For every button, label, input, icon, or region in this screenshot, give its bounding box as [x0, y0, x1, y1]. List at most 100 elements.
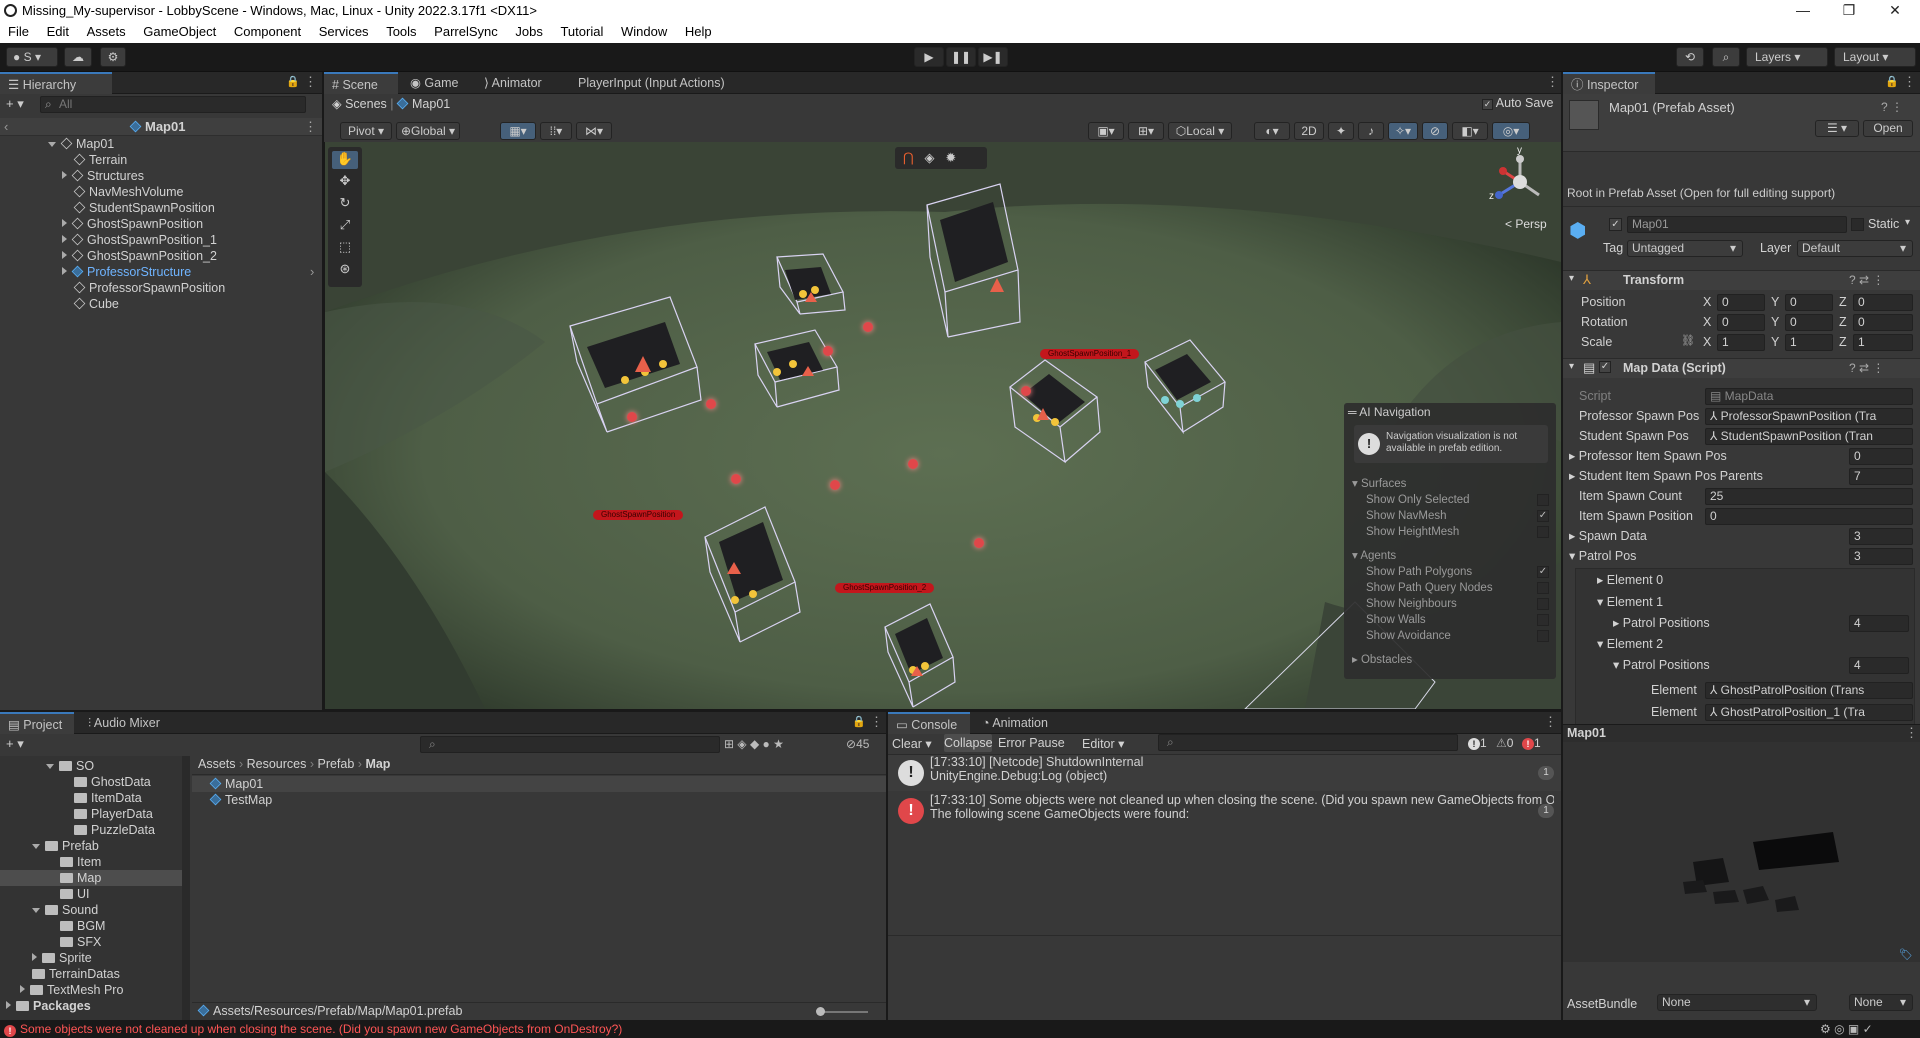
project-search-input[interactable]: ⌕	[420, 736, 720, 753]
step-button[interactable]: ▶❚	[978, 47, 1008, 67]
object-name-field[interactable]: Map01	[1627, 216, 1847, 233]
static-dropdown-icon[interactable]: ▾	[1905, 217, 1910, 228]
menu-jobs[interactable]: Jobs	[515, 24, 542, 39]
error-count-toggle[interactable]: ! 1	[1522, 736, 1541, 750]
tab-audio-mixer[interactable]: ⫶ Audio Mixer	[80, 712, 168, 734]
component-menu-icon[interactable]: ? ⇄ ⋮	[1849, 273, 1884, 287]
student-item-row[interactable]: ▸ Student Item Spawn Pos Parents	[1569, 468, 1763, 485]
play-button[interactable]: ▶	[914, 47, 944, 67]
folder-item[interactable]: Item	[60, 854, 101, 870]
history-icon[interactable]: ⟲	[1676, 47, 1704, 67]
menu-parrelsync[interactable]: ParrelSync	[434, 24, 498, 39]
constrain-proportions-icon[interactable]: ⛓	[1681, 334, 1695, 347]
draw-mode-icon[interactable]: ▣▾	[1088, 122, 1124, 140]
position-x-field[interactable]: 0	[1717, 294, 1765, 311]
component-menu-icon[interactable]: ? ⇄ ⋮	[1849, 361, 1884, 375]
overlay-settings-icon[interactable]: ✹	[945, 150, 956, 165]
menu-help[interactable]: Help	[685, 24, 712, 39]
active-checkbox[interactable]: ✓	[1609, 218, 1622, 231]
show-walls-checkbox[interactable]	[1537, 614, 1549, 626]
tab-animator[interactable]: ⟩ Animator	[476, 72, 550, 94]
folder-textmeshpro[interactable]: TextMesh Pro	[20, 982, 123, 998]
item-position-field[interactable]: 0	[1705, 508, 1913, 525]
folder-tree-scrollbar[interactable]	[182, 756, 190, 1020]
move-tool-icon[interactable]: ✥	[332, 173, 358, 191]
error-pause-toggle[interactable]: Error Pause	[998, 736, 1065, 750]
account-button[interactable]: ● S ▾	[6, 47, 58, 67]
hidden-objects-icon[interactable]: ⊘	[1422, 122, 1448, 140]
menu-tools[interactable]: Tools	[386, 24, 416, 39]
hierarchy-item-navmeshvolume[interactable]: NavMeshVolume	[73, 184, 184, 200]
student-spawn-field[interactable]: ⅄ StudentSpawnPosition (Tran	[1705, 428, 1913, 445]
hierarchy-item-studentspawn[interactable]: StudentSpawnPosition	[73, 200, 215, 216]
agents-section[interactable]: ▾ Agents	[1352, 549, 1396, 563]
search-icon[interactable]: ⌕	[1712, 47, 1740, 67]
scale-y-field[interactable]: 1	[1785, 334, 1833, 351]
tab-scene[interactable]: # Scene	[324, 72, 398, 94]
tab-project[interactable]: ▤ Project	[0, 712, 74, 734]
console-more-icon[interactable]: ⋮	[1544, 714, 1557, 730]
open-prefab-button[interactable]: Open	[1863, 120, 1913, 137]
scene-more-icon[interactable]: ⋮	[1546, 74, 1559, 90]
folder-puzzledata[interactable]: PuzzleData	[74, 822, 155, 838]
prefab-menu-icon[interactable]: ⋮	[304, 119, 317, 135]
position-z-field[interactable]: 0	[1853, 294, 1913, 311]
folder-packages[interactable]: Packages	[6, 998, 91, 1014]
tab-playerinput[interactable]: PlayerInput (Input Actions)	[570, 72, 733, 94]
script-field[interactable]: ▤ MapData	[1705, 388, 1913, 405]
professor-item-size[interactable]: 0	[1849, 448, 1913, 465]
show-path-polygons-checkbox[interactable]: ✓	[1537, 566, 1549, 578]
hierarchy-item-cube[interactable]: Cube	[73, 296, 119, 312]
expand-arrow-icon[interactable]	[62, 235, 67, 243]
element-1-patrol-size[interactable]: 4	[1849, 615, 1909, 632]
patrol-element-a-field[interactable]: ⅄ GhostPatrolPosition (Trans	[1705, 682, 1913, 699]
folder-sprite[interactable]: Sprite	[32, 950, 92, 966]
expand-arrow-icon[interactable]	[62, 171, 67, 179]
warning-count-toggle[interactable]: ⚠0	[1496, 736, 1513, 750]
preview-menu-icon[interactable]: ⋮	[1905, 725, 1918, 741]
preview-header[interactable]: Map01 ⋮	[1563, 724, 1920, 742]
tag-dropdown[interactable]: Untagged ▾	[1627, 240, 1743, 257]
snap-settings-icon[interactable]: ⊞▾	[1128, 122, 1164, 140]
lighting-icon[interactable]: ✦	[1328, 122, 1354, 140]
hierarchy-search-input[interactable]: ⌕ All	[40, 96, 306, 113]
element-1-row[interactable]: ▾ Element 1	[1597, 594, 1663, 611]
close-window-button[interactable]: ✕	[1872, 0, 1918, 21]
inspector-lock-icon[interactable]: 🔒	[1885, 75, 1899, 88]
position-y-field[interactable]: 0	[1785, 294, 1833, 311]
folder-playerdata[interactable]: PlayerData	[74, 806, 153, 822]
expand-arrow-icon[interactable]	[62, 267, 67, 275]
student-item-size[interactable]: 7	[1849, 468, 1913, 485]
breadcrumb-map[interactable]: Map	[365, 757, 390, 771]
cloud-icon[interactable]: ☁	[64, 47, 92, 67]
element-2-patrol-row[interactable]: ▾ Patrol Positions	[1613, 657, 1710, 674]
audio-icon[interactable]: ♪	[1358, 122, 1384, 140]
pivot-dropdown[interactable]: Pivot ▾	[340, 122, 392, 140]
scale-x-field[interactable]: 1	[1717, 334, 1765, 351]
hand-tool-icon[interactable]: ✋	[332, 151, 358, 169]
patrol-pos-size[interactable]: 3	[1849, 548, 1913, 565]
project-lock-icon[interactable]: 🔒	[852, 715, 866, 728]
project-more-icon[interactable]: ⋮	[870, 714, 883, 730]
pause-button[interactable]: ❚❚	[946, 47, 976, 67]
hierarchy-item-ghostspawn[interactable]: GhostSpawnPosition	[62, 216, 203, 232]
console-search-input[interactable]: ⌕	[1158, 734, 1458, 751]
hierarchy-item-terrain[interactable]: Terrain	[73, 152, 127, 168]
grid-visibility-icon[interactable]: ⁞⁞▾	[540, 122, 572, 140]
hierarchy-item-professorstructure[interactable]: ProfessorStructure	[62, 264, 191, 280]
folder-so[interactable]: SO	[46, 758, 94, 774]
ai-nav-header[interactable]: ═ AI Navigation	[1348, 405, 1431, 419]
increment-snap-icon[interactable]: ⋈▾	[576, 122, 612, 140]
ghost-spawn-label[interactable]: GhostSpawnPosition	[593, 510, 684, 520]
element-1-patrol-row[interactable]: ▸ Patrol Positions	[1613, 615, 1710, 632]
tab-animation[interactable]: ◔ Animation	[974, 712, 1056, 734]
open-prefab-arrow-icon[interactable]: ›	[310, 264, 314, 279]
expand-arrow-icon[interactable]	[48, 142, 56, 147]
patrol-element-b-field[interactable]: ⅄ GhostPatrolPosition_1 (Tra	[1705, 704, 1913, 721]
perspective-label[interactable]: < Persp	[1505, 217, 1547, 231]
expand-arrow-icon[interactable]	[62, 251, 67, 259]
rotation-x-field[interactable]: 0	[1717, 314, 1765, 331]
rotation-z-field[interactable]: 0	[1853, 314, 1913, 331]
status-tray-icons[interactable]: ⚙ ◎ ▣ ✓	[1820, 1020, 1873, 1038]
hierarchy-item-professorspawn[interactable]: ProfessorSpawnPosition	[73, 280, 225, 296]
